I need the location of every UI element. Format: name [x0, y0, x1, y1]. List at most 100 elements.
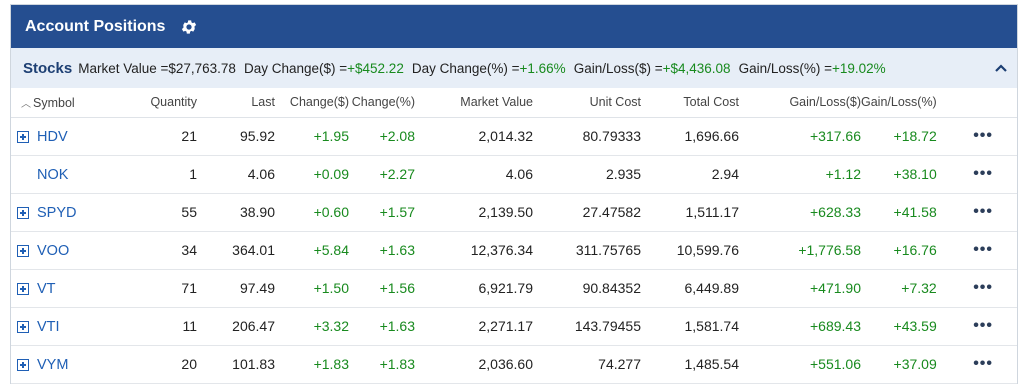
table-row: VOO 34 364.01 +5.84 +1.63 12,376.34 311.75765 1…	[11, 231, 1017, 269]
market-value-cell: 2,014.32	[478, 128, 534, 144]
expand-plus-icon[interactable]	[17, 207, 29, 220]
quantity-cell: 1	[189, 166, 197, 182]
total-cost-cell: 2.94	[711, 166, 739, 182]
symbol-link[interactable]: VTI	[37, 319, 60, 335]
column-header-symbol[interactable]: ︿ Symbol	[11, 88, 99, 118]
change-pct-cell: +1.83	[379, 356, 415, 372]
symbol-link[interactable]: VOO	[37, 243, 69, 259]
unit-cost-cell: 27.47582	[582, 204, 641, 220]
change-pct-cell: +1.63	[379, 318, 415, 334]
more-horizontal-icon[interactable]: •••	[973, 355, 993, 373]
column-header-last[interactable]: Last	[197, 88, 275, 118]
table-header-row: ︿ Symbol Quantity Last Change($) Change(%…	[11, 88, 1017, 118]
column-header-actions	[936, 88, 1017, 118]
column-header-change-pct[interactable]: Change(%)	[349, 88, 415, 118]
panel-header: Account Positions	[11, 5, 1017, 48]
unit-cost-cell: 311.75765	[575, 242, 641, 258]
symbol-link[interactable]: VT	[37, 281, 56, 297]
unit-cost-cell: 90.84352	[582, 280, 641, 296]
gain-loss-cell: +317.66	[810, 128, 861, 144]
day-change-pct-total: +1.66%	[519, 60, 566, 76]
expand-plus-icon[interactable]	[17, 359, 29, 372]
expand-plus-icon[interactable]	[17, 283, 29, 296]
row-actions-cell: •••	[937, 117, 1017, 155]
column-header-quantity[interactable]: Quantity	[99, 88, 197, 118]
last-price-cell: 364.01	[232, 242, 275, 258]
gain-loss-cell: +551.06	[810, 356, 861, 372]
more-horizontal-icon[interactable]: •••	[973, 203, 993, 221]
gain-loss-cell: +628.33	[810, 204, 861, 220]
change-cell: +1.95	[313, 128, 349, 144]
expand-cell	[11, 345, 37, 383]
change-pct-cell: +1.57	[379, 204, 415, 220]
day-change-label: Day Change($) =	[243, 60, 348, 76]
symbol-cell: VOO	[37, 231, 99, 269]
gain-loss-total: +$4,436.08	[662, 60, 731, 76]
expand-plus-icon[interactable]	[17, 131, 29, 144]
market-value-cell: 2,271.17	[478, 318, 534, 334]
change-pct-cell: +2.27	[379, 166, 415, 182]
table-row: SPYD 55 38.90 +0.60 +1.57 2,139.50 27.47582 1,5…	[11, 193, 1017, 231]
symbol-cell: VTI	[37, 307, 99, 345]
row-actions-cell: •••	[937, 193, 1017, 231]
day-change-pct-label: Day Change(%) =	[411, 60, 520, 76]
gain-loss-pct-cell: +41.58	[893, 204, 937, 220]
symbol-cell: VT	[37, 269, 99, 307]
market-value-label: Market Value =	[78, 60, 169, 76]
market-value-total: $27,763.78	[168, 60, 236, 76]
symbol-link[interactable]: SPYD	[37, 205, 77, 221]
symbol-cell: HDV	[37, 117, 99, 155]
symbol-link[interactable]: VYM	[37, 357, 68, 373]
gain-loss-pct-cell: +18.72	[893, 128, 937, 144]
expand-cell	[11, 307, 37, 345]
more-horizontal-icon[interactable]: •••	[973, 241, 993, 259]
account-positions-panel: Account Positions Stocks Market Value = …	[10, 4, 1018, 384]
day-change-total: +$452.22	[347, 60, 404, 76]
expand-plus-icon[interactable]	[17, 321, 29, 334]
expand-plus-icon[interactable]	[17, 245, 29, 258]
column-header-market-value[interactable]: Market Value	[415, 88, 533, 118]
market-value-cell: 4.06	[505, 166, 533, 182]
row-actions-cell: •••	[937, 231, 1017, 269]
expand-cell	[11, 269, 37, 307]
gain-loss-cell: +1.12	[825, 166, 861, 182]
column-header-gain-loss-pct[interactable]: Gain/Loss(%)	[861, 88, 937, 118]
last-price-cell: 97.49	[239, 280, 275, 296]
column-header-unit-cost[interactable]: Unit Cost	[533, 88, 641, 118]
change-cell: +1.83	[313, 356, 349, 372]
symbol-link[interactable]: NOK	[37, 167, 68, 183]
more-horizontal-icon[interactable]: •••	[973, 317, 993, 335]
gain-loss-pct-total: +19.02%	[831, 60, 886, 76]
gain-loss-pct-cell: +37.09	[893, 356, 937, 372]
row-actions-cell: •••	[937, 307, 1017, 345]
more-horizontal-icon[interactable]: •••	[973, 165, 993, 183]
quantity-cell: 55	[181, 204, 197, 220]
change-pct-cell: +1.63	[379, 242, 415, 258]
gain-loss-pct-cell: +38.10	[893, 166, 937, 182]
row-actions-cell: •••	[937, 345, 1017, 383]
last-price-cell: 206.47	[232, 318, 275, 334]
unit-cost-cell: 143.79455	[574, 318, 641, 334]
market-value-cell: 2,036.60	[478, 356, 534, 372]
last-price-cell: 95.92	[239, 128, 275, 144]
chevron-up-icon[interactable]	[993, 60, 1009, 76]
stocks-summary-bar: Stocks Market Value = $27,763.78 Day Cha…	[11, 48, 1017, 88]
change-pct-cell: +2.08	[379, 128, 415, 144]
quantity-cell: 11	[182, 318, 197, 334]
market-value-cell: 12,376.34	[470, 242, 533, 258]
more-horizontal-icon[interactable]: •••	[973, 279, 993, 297]
column-header-total-cost[interactable]: Total Cost	[641, 88, 739, 118]
total-cost-cell: 6,449.89	[684, 280, 740, 296]
expand-cell	[11, 155, 37, 193]
column-header-gain-loss[interactable]: Gain/Loss($)	[739, 88, 861, 118]
column-header-change[interactable]: Change($)	[275, 88, 349, 118]
gain-loss-pct-label: Gain/Loss(%) =	[738, 60, 832, 76]
symbol-link[interactable]: HDV	[37, 129, 68, 145]
gear-icon[interactable]	[179, 17, 199, 37]
row-actions-cell: •••	[937, 269, 1017, 307]
last-price-cell: 101.83	[232, 356, 275, 372]
unit-cost-cell: 80.79333	[582, 128, 641, 144]
more-horizontal-icon[interactable]: •••	[973, 127, 993, 145]
quantity-cell: 34	[181, 242, 197, 258]
gain-loss-cell: +689.43	[810, 318, 861, 334]
